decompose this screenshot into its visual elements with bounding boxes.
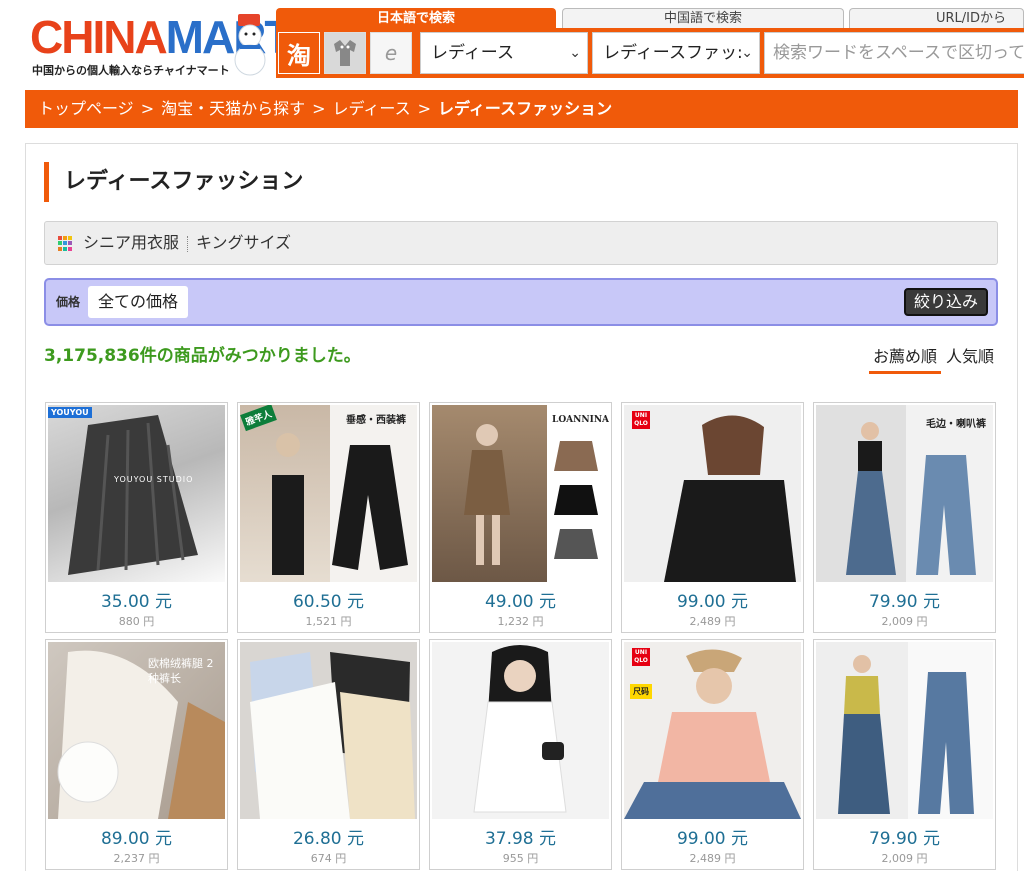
product-card[interactable]: 37.98 元 955 円 — [429, 639, 612, 870]
flare-jeans-image — [846, 422, 976, 575]
product-price-yen: 955 円 — [502, 852, 539, 865]
breadcrumb-ladies[interactable]: レディース — [333, 99, 411, 118]
breadcrumb-current: レディースファッション — [438, 99, 613, 118]
product-image[interactable]: 欧棉绒裤腿 2种裤长 — [48, 642, 225, 819]
product-price-yen: 2,009 円 — [881, 852, 928, 865]
chinamart-logo[interactable]: CHINAMART 中国からの個人輸入ならチャイナマート — [26, 10, 293, 82]
product-card[interactable]: 毛边・喇叭裤 79.90 元 2,009 円 — [813, 402, 996, 633]
search-bar: 淘 e レディース ⌄ レディースファッ: ⌄ 検索ワードをスペースで区切って入 — [276, 28, 1024, 78]
breadcrumb: トップページ > 淘宝・天猫から探す > レディース > レディースファッション — [25, 90, 1018, 128]
product-image[interactable]: UNI QLO — [624, 405, 801, 582]
product-price: 37.98 元 — [484, 829, 557, 849]
black-hoodie-image — [664, 415, 796, 582]
chevron-down-icon: ⌄ — [741, 45, 753, 61]
sort-popular[interactable]: 人気順 — [946, 343, 994, 367]
price-select[interactable]: 全ての価格 — [88, 286, 189, 318]
search-input[interactable]: 検索ワードをスペースで区切って入 — [764, 32, 1024, 74]
subcategory-senior-clothes[interactable]: シニア用衣服 — [83, 233, 179, 252]
product-price: 79.90 元 — [868, 829, 941, 849]
product-price-yen: 1,232 円 — [497, 615, 544, 628]
filter-button[interactable]: 絞り込み — [903, 288, 988, 316]
product-image[interactable] — [432, 642, 609, 819]
product-price: 35.00 元 — [100, 592, 173, 612]
skirt-collection-image — [464, 424, 598, 565]
product-card[interactable]: LOANNINA 49.00 元 1,232 円 — [429, 402, 612, 633]
snowman-mascot-icon — [234, 14, 266, 76]
product-price-yen: 2,237 円 — [113, 852, 160, 865]
1688-icon[interactable]: e — [370, 32, 412, 74]
bootcut-jeans-image — [838, 655, 974, 814]
product-price: 49.00 元 — [484, 592, 557, 612]
subcategory-bar: シニア用衣服 キングサイズ — [44, 221, 998, 265]
taobao-icon[interactable]: 淘 — [278, 32, 320, 74]
category-select[interactable]: レディース ⌄ — [420, 32, 588, 74]
logo-tagline: 中国からの個人輸入ならチャイナマート — [32, 64, 230, 77]
tab-chinese-search[interactable]: 中国語で検索 — [562, 8, 844, 28]
product-image[interactable] — [816, 642, 993, 819]
pink-top-model-image — [624, 649, 801, 819]
tmall-cat-icon — [334, 40, 356, 66]
subcategory-king-size[interactable]: キングサイズ — [196, 233, 291, 252]
product-card[interactable]: 79.90 元 2,009 円 — [813, 639, 996, 870]
product-price: 89.00 元 — [100, 829, 173, 849]
product-price-yen: 674 円 — [310, 852, 347, 865]
category-grid-icon — [58, 236, 73, 251]
product-image[interactable] — [240, 642, 417, 819]
wide-trousers-image — [272, 433, 408, 575]
sort-recommended[interactable]: お薦め順 — [873, 343, 937, 367]
product-price-yen: 2,489 円 — [689, 852, 736, 865]
product-price-yen: 1,521 円 — [305, 615, 352, 628]
price-filter: 価格 全ての価格 絞り込み — [44, 278, 998, 326]
product-price: 79.90 元 — [868, 592, 941, 612]
tmall-icon[interactable] — [324, 32, 366, 74]
product-image[interactable]: YOUYOU YOUYOU STUDIO — [48, 405, 225, 582]
tab-url-id-search[interactable]: URL/IDから — [849, 8, 1024, 28]
page-title: レディースファッション — [44, 162, 303, 202]
product-card[interactable]: 欧棉绒裤腿 2种裤长 89.00 元 2,237 円 — [45, 639, 228, 870]
product-price-yen: 880 円 — [118, 615, 155, 628]
subcategory-select[interactable]: レディースファッ: ⌄ — [592, 32, 760, 74]
price-label: 価格 — [56, 295, 81, 309]
product-price: 99.00 元 — [676, 592, 749, 612]
breadcrumb-taobao-tmall[interactable]: 淘宝・天猫から探す — [161, 99, 305, 118]
results-count: 3,175,836件の商品がみつかりました。 — [44, 346, 361, 366]
product-price-yen: 2,489 円 — [689, 615, 736, 628]
product-image[interactable]: 雅芊人 垂感・西装裤 — [240, 405, 417, 582]
product-price: 99.00 元 — [676, 829, 749, 849]
white-shirt-model-image — [473, 645, 567, 813]
product-card[interactable]: UNI QLO 99.00 元 2,489 円 — [621, 402, 804, 633]
product-card[interactable]: 雅芊人 垂感・西装裤 60.50 元 1,521 円 — [237, 402, 420, 633]
shirts-flatlay-image — [250, 652, 415, 819]
product-price-yen: 2,009 円 — [881, 615, 928, 628]
pleated-skirt-image — [68, 415, 198, 575]
sort-active-indicator — [869, 371, 941, 374]
subcategory-divider — [187, 235, 189, 252]
product-image[interactable]: UNI QLO 尺码 — [624, 642, 801, 819]
chevron-down-icon: ⌄ — [569, 45, 581, 61]
product-card[interactable]: UNI QLO 尺码 99.00 元 2,489 円 — [621, 639, 804, 870]
product-card[interactable]: YOUYOU YOUYOU STUDIO 35.00 元 880 円 — [45, 402, 228, 633]
product-price: 26.80 元 — [292, 829, 365, 849]
product-card[interactable]: 26.80 元 674 円 — [237, 639, 420, 870]
product-image[interactable]: 毛边・喇叭裤 — [816, 405, 993, 582]
tab-japanese-search[interactable]: 日本語で検索 — [276, 8, 556, 28]
product-image[interactable]: LOANNINA — [432, 405, 609, 582]
product-price: 60.50 元 — [292, 592, 365, 612]
breadcrumb-top[interactable]: トップページ — [38, 99, 134, 118]
search-mode-tabs: 日本語で検索 中国語で検索 URL/IDから — [276, 8, 1024, 28]
